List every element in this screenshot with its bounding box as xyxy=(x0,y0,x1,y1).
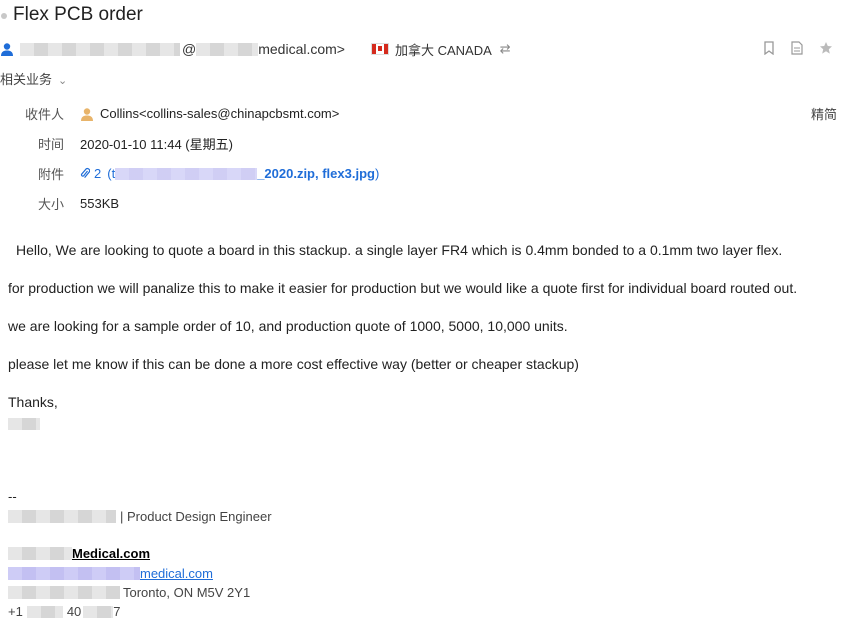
company-prefix-redacted xyxy=(8,547,72,560)
sender-at[interactable]: @ xyxy=(182,41,196,57)
attach-count: 2 xyxy=(94,166,102,181)
to-row: 收件人 Collins<collins-sales@chinapcbsmt.co… xyxy=(24,104,339,123)
time-row: 时间 2020-01-10 11:44 (星期五) xyxy=(24,134,233,153)
attachment-link[interactable]: 2 (t _2020.zip, flex3.jpg ) xyxy=(80,166,379,181)
time-value: 2020-01-10 11:44 (星期五) xyxy=(80,137,233,152)
body-paragraph-1: Hello, We are looking to quote a board i… xyxy=(16,242,783,258)
phone-prefix: +1 xyxy=(8,604,23,619)
phone-middle: 40 xyxy=(66,604,82,619)
signature-company-link[interactable]: Medical.com xyxy=(72,546,150,561)
sender-row: @ medical.com> 加拿大 CANADA ⇄ xyxy=(0,40,511,58)
bookmark-icon[interactable] xyxy=(763,41,775,55)
body-thanks: Thanks, xyxy=(8,394,58,410)
signature-email-redacted xyxy=(8,567,140,580)
phone-end: 7 xyxy=(113,604,121,619)
size-row: 大小 553KB xyxy=(24,194,119,213)
time-label: 时间 xyxy=(37,137,64,152)
sender-user-redacted xyxy=(196,42,259,56)
sender-first-name-redacted xyxy=(8,417,40,430)
street-redacted xyxy=(8,586,120,599)
attachment-row: 附件 2 (t _2020.zip, flex3.jpg ) xyxy=(24,164,379,183)
link-icon[interactable]: ⇄ xyxy=(500,41,511,57)
attach-label: 附件 xyxy=(37,167,64,182)
attach-close: ) xyxy=(374,166,380,181)
body-paragraph-4: please let me know if this can be done a… xyxy=(8,356,579,372)
attach-open: (t xyxy=(107,166,116,181)
simplify-button[interactable]: 精简 xyxy=(811,104,837,123)
person-icon xyxy=(1,43,13,56)
contact-icon xyxy=(81,107,93,121)
attach-files: _2020.zip, flex3.jpg xyxy=(257,166,375,181)
to-value[interactable]: Collins<collins-sales@chinapcbsmt.com> xyxy=(100,106,339,121)
toolbar-icons xyxy=(763,41,833,55)
signature-company-row[interactable]: Medical.com xyxy=(8,546,150,561)
signature-role-row: | Product Design Engineer xyxy=(8,509,272,524)
signature-address-row: Toronto, ON M5V 2Y1 xyxy=(8,585,250,600)
signature-dashes: -- xyxy=(8,489,17,504)
signature-name-redacted xyxy=(8,510,116,523)
sender-country: 加拿大 CANADA xyxy=(394,42,492,58)
body-paragraph-3: we are looking for a sample order of 10,… xyxy=(8,318,568,334)
chevron-down-icon: ⌄ xyxy=(58,75,68,87)
email-subject: Flex PCB order xyxy=(13,4,143,25)
body-paragraph-2: for production we will panalize this to … xyxy=(8,280,798,296)
related-business-dropdown[interactable]: 相关业务 ⌄ xyxy=(0,69,67,88)
sender-domain[interactable]: medical.com> xyxy=(258,41,345,57)
signature-email-row[interactable]: medical.com xyxy=(8,566,213,581)
signature-phone-row: +1 40 7 xyxy=(8,604,121,619)
signature-address: Toronto, ON M5V 2Y1 xyxy=(123,585,251,600)
sender-name-redacted xyxy=(20,42,180,56)
note-icon[interactable] xyxy=(791,41,803,55)
signature-email-link[interactable]: medical.com xyxy=(140,566,213,581)
star-icon[interactable] xyxy=(819,41,833,55)
signature-role: | Product Design Engineer xyxy=(120,509,272,524)
to-label: 收件人 xyxy=(24,107,64,122)
phone-part-redacted-1 xyxy=(26,605,63,618)
attach-name-redacted xyxy=(115,167,258,180)
email-body: Hello, We are looking to quote a board i… xyxy=(8,241,828,431)
phone-part-redacted-2 xyxy=(83,605,114,618)
size-value: 553KB xyxy=(80,196,120,211)
canada-flag-icon xyxy=(370,43,389,55)
paperclip-icon xyxy=(80,167,90,178)
related-label: 相关业务 xyxy=(0,72,53,87)
status-dot xyxy=(1,13,7,19)
size-label: 大小 xyxy=(37,197,64,212)
